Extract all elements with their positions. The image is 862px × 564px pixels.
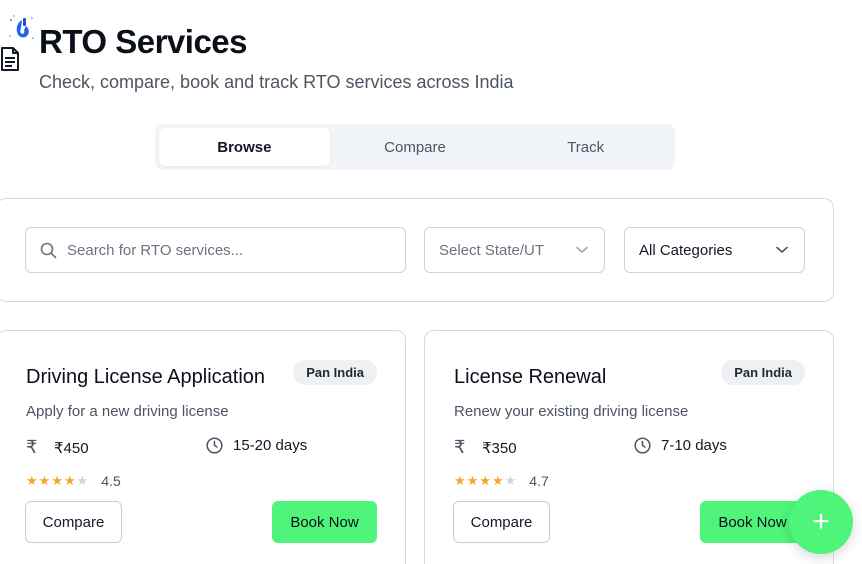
- chevron-down-icon: [576, 246, 588, 253]
- star-icon: ★: [63, 473, 76, 488]
- add-fab-button[interactable]: +: [789, 490, 853, 554]
- rating-value: 4.5: [101, 473, 121, 489]
- chevron-down-icon: [776, 246, 788, 253]
- category-select[interactable]: All Categories: [624, 227, 805, 273]
- page-title: RTO Services: [39, 23, 248, 60]
- search-icon: [40, 242, 57, 258]
- rating: ★ ★ ★ ★ ★ 4.5: [26, 473, 121, 489]
- star-icon: ★: [38, 473, 51, 488]
- tab-browse[interactable]: Browse: [159, 128, 330, 166]
- service-duration: 7-10 days: [661, 437, 727, 454]
- star-icon: ★: [491, 473, 504, 488]
- category-select-label: All Categories: [639, 241, 733, 259]
- star-icon: ★: [51, 473, 63, 488]
- star-empty-icon: ★: [76, 473, 89, 488]
- service-title: Driving License Application: [26, 366, 266, 388]
- coverage-badge: Pan India: [721, 360, 805, 385]
- star-icon: ★: [454, 473, 466, 488]
- coverage-badge: Pan India: [293, 360, 377, 385]
- search-box[interactable]: [25, 227, 406, 273]
- star-icon: ★: [479, 473, 491, 488]
- price-row: ₹ ₹450: [26, 437, 89, 458]
- rupee-icon: ₹: [26, 437, 38, 457]
- service-card: License Renewal Pan India Renew your exi…: [424, 330, 834, 564]
- rating: ★ ★ ★ ★ ★ 4.7: [454, 473, 549, 489]
- service-title: License Renewal: [454, 366, 607, 388]
- clock-icon: [634, 437, 651, 454]
- page-subtitle: Check, compare, book and track RTO servi…: [39, 72, 514, 92]
- service-price: ₹350: [482, 439, 517, 457]
- service-card: Driving License Application Pan India Ap…: [0, 330, 406, 564]
- tab-bar: Browse Compare Track: [155, 124, 675, 170]
- book-now-button[interactable]: Book Now: [272, 501, 377, 543]
- document-icon: [1, 47, 19, 71]
- tab-track[interactable]: Track: [500, 128, 671, 166]
- state-select-label: Select State/UT: [439, 241, 545, 259]
- star-empty-icon: ★: [504, 473, 517, 488]
- logo-icon: [9, 15, 34, 39]
- service-duration: 15-20 days: [233, 437, 308, 454]
- duration-row: 7-10 days: [634, 437, 727, 454]
- duration-row: 15-20 days: [206, 437, 307, 454]
- rupee-icon: ₹: [454, 437, 466, 457]
- rating-value: 4.7: [529, 473, 549, 489]
- star-icon: ★: [466, 473, 479, 488]
- service-description: Apply for a new driving license: [26, 403, 229, 420]
- tab-compare[interactable]: Compare: [330, 128, 501, 166]
- search-input[interactable]: [67, 241, 367, 259]
- clock-icon: [206, 437, 223, 454]
- price-row: ₹ ₹350: [454, 437, 517, 458]
- plus-icon: +: [812, 505, 830, 538]
- service-description: Renew your existing driving license: [454, 403, 689, 420]
- state-select[interactable]: Select State/UT: [424, 227, 605, 273]
- service-price: ₹450: [54, 439, 89, 457]
- compare-button[interactable]: Compare: [453, 501, 550, 543]
- star-icon: ★: [26, 473, 38, 488]
- compare-button[interactable]: Compare: [25, 501, 122, 543]
